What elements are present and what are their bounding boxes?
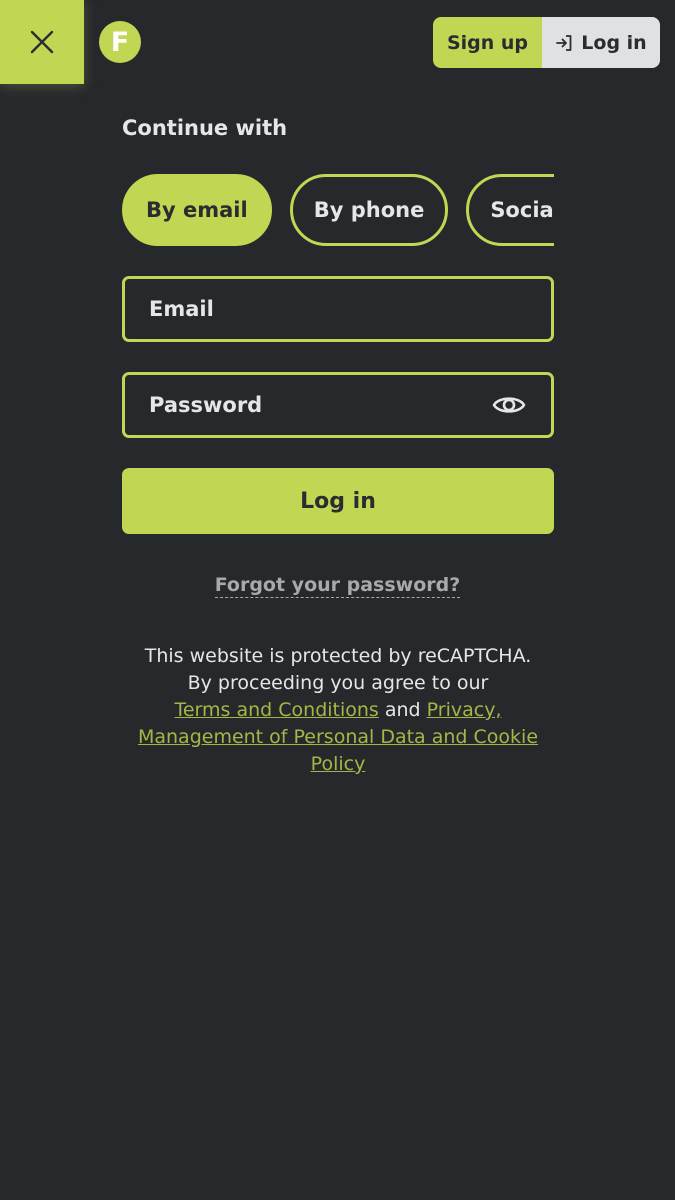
- terms-link[interactable]: Terms and Conditions: [174, 699, 378, 721]
- email-field-wrapper: [122, 276, 554, 342]
- forgot-password-link[interactable]: Forgot your password?: [214, 574, 461, 598]
- password-field-wrapper: [122, 372, 554, 438]
- login-submit-button[interactable]: Log in: [122, 468, 554, 534]
- close-button[interactable]: [0, 0, 84, 84]
- show-password-button[interactable]: [491, 392, 527, 418]
- tab-by-email[interactable]: By email: [122, 174, 272, 246]
- auth-buttons: Sign up Log in: [433, 17, 660, 68]
- tab-by-phone[interactable]: By phone: [289, 174, 449, 246]
- header-login-label: Log in: [581, 31, 647, 54]
- close-icon: [30, 30, 54, 54]
- continue-with-label: Continue with: [122, 116, 288, 140]
- email-input[interactable]: [149, 297, 527, 321]
- and-text: and: [384, 699, 421, 721]
- eye-icon: [492, 397, 526, 413]
- signup-button[interactable]: Sign up: [433, 17, 542, 68]
- forgot-password-row: Forgot your password?: [0, 574, 675, 598]
- login-method-tabs: By email By phone Social media: [122, 174, 554, 246]
- password-input[interactable]: [149, 393, 491, 417]
- legal-notice: This website is protected by reCAPTCHA. …: [122, 643, 554, 778]
- brand-logo[interactable]: F: [99, 21, 141, 63]
- agreement-text: By proceeding you agree to our: [187, 672, 489, 694]
- logo-letter: F: [110, 26, 130, 58]
- login-arrow-icon: [556, 34, 572, 51]
- recaptcha-notice: This website is protected by reCAPTCHA.: [144, 645, 532, 667]
- header-login-button[interactable]: Log in: [542, 17, 660, 68]
- login-page: F Sign up Log in Continue with By email …: [0, 0, 675, 1200]
- tab-social-media[interactable]: Social media: [466, 174, 554, 246]
